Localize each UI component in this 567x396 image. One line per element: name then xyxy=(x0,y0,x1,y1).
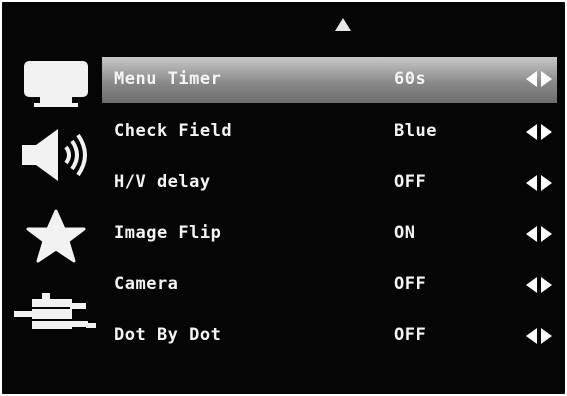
menu-row-value: 60s xyxy=(394,69,427,89)
left-right-arrows-icon[interactable] xyxy=(526,70,552,88)
left-right-arrows-icon[interactable] xyxy=(526,327,552,345)
speaker-icon[interactable] xyxy=(12,125,100,185)
menu-row-label: H/V delay xyxy=(114,172,211,192)
monitor-icon[interactable] xyxy=(12,57,100,117)
menu-row-value: OFF xyxy=(394,325,427,345)
osd-screen: Menu Timer 60s Check Field Blue H/V dela… xyxy=(0,0,567,396)
left-right-arrows-icon[interactable] xyxy=(526,225,552,243)
menu-row-label: Dot By Dot xyxy=(114,325,222,345)
menu-row-label: Menu Timer xyxy=(114,69,222,89)
menu-row-value: Blue xyxy=(394,121,437,141)
up-arrow-icon[interactable] xyxy=(335,18,351,31)
menu-row-camera[interactable]: Camera OFF xyxy=(102,261,557,312)
menu-row-menu-timer[interactable]: Menu Timer 60s xyxy=(102,57,557,103)
menu-row-label: Image Flip xyxy=(114,223,222,243)
menu-row-value: OFF xyxy=(394,274,427,294)
connector-icon[interactable] xyxy=(12,287,100,347)
left-right-arrows-icon[interactable] xyxy=(526,276,552,294)
menu-row-label: Check Field xyxy=(114,121,233,141)
menu-row-hv-delay[interactable]: H/V delay OFF xyxy=(102,159,557,210)
menu-row-check-field[interactable]: Check Field Blue xyxy=(102,108,557,159)
left-right-arrows-icon[interactable] xyxy=(526,123,552,141)
menu-row-image-flip[interactable]: Image Flip ON xyxy=(102,210,557,261)
settings-menu: Menu Timer 60s Check Field Blue H/V dela… xyxy=(102,57,557,363)
left-right-arrows-icon[interactable] xyxy=(526,174,552,192)
menu-row-label: Camera xyxy=(114,274,179,294)
menu-row-value: ON xyxy=(394,223,416,243)
category-sidebar xyxy=(12,57,100,367)
star-icon[interactable] xyxy=(12,207,100,267)
menu-row-value: OFF xyxy=(394,172,427,192)
menu-row-dot-by-dot[interactable]: Dot By Dot OFF xyxy=(102,312,557,363)
